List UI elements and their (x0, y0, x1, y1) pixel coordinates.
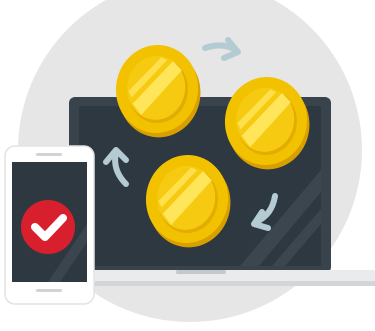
coins-exchange-illustration (4, 0, 375, 322)
checkmark-icon (21, 200, 75, 254)
